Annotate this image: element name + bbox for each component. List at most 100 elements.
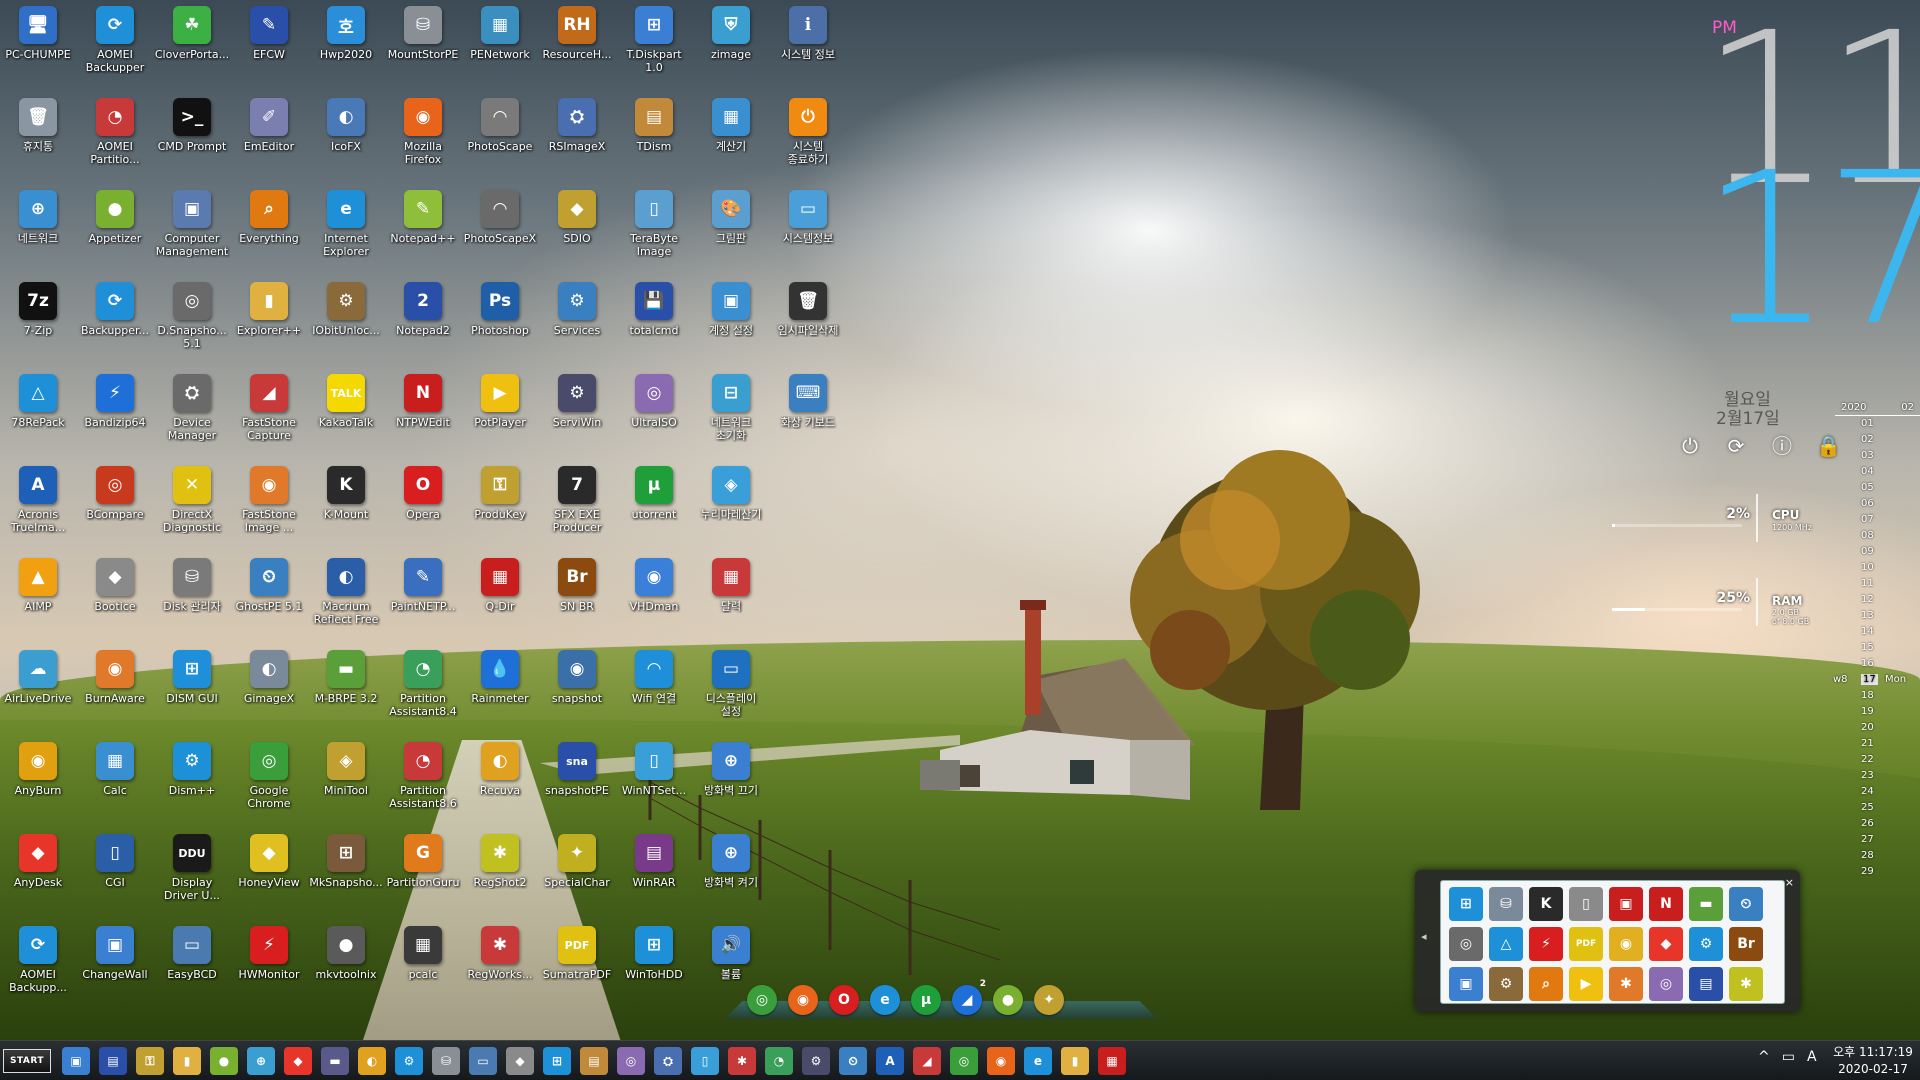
desktop-icon[interactable]: ⊕ 네트워크 xyxy=(0,186,76,245)
desktop-icon[interactable]: ⊟ 네트워크 초기화 xyxy=(693,370,769,442)
package-icon[interactable]: ✱ xyxy=(1609,967,1643,1001)
recuva-task-icon[interactable]: ◐ xyxy=(358,1047,386,1075)
desktop-icon[interactable]: ◉ snapshot xyxy=(539,646,615,705)
desktop-icon[interactable]: Ps Photoshop xyxy=(462,278,538,337)
desktop-icon[interactable]: ⛁ MountStorPE xyxy=(385,2,461,61)
desktop-icon[interactable]: 💧 Rainmeter xyxy=(462,646,538,705)
desktop-icon[interactable]: ⚙ ServiWin xyxy=(539,370,615,429)
ultraiso-icon[interactable]: ◎ xyxy=(1649,967,1683,1001)
desktop-icon[interactable]: ◉ AnyBurn xyxy=(0,738,76,797)
desktop-icon[interactable]: 💾 totalcmd xyxy=(616,278,692,337)
desktop-icon[interactable]: TALK KakaoTalk xyxy=(308,370,384,429)
desktop-icon[interactable]: ⟳ AOMEI Backupp... xyxy=(0,922,76,994)
desktop-icon[interactable]: ⟳ Backupper... xyxy=(77,278,153,337)
78repack-icon[interactable]: △ xyxy=(1489,927,1523,961)
desktop-icon[interactable]: ▭ 시스템정보 xyxy=(770,186,846,245)
desktop-icon[interactable]: ⚙ IObitUnloc... xyxy=(308,278,384,337)
desktop-icon[interactable]: 🔊 볼륨 xyxy=(693,922,769,981)
dism-task-icon[interactable]: ⚙ xyxy=(395,1047,423,1075)
desktop-icon[interactable]: ⌨ 화상 키보드 xyxy=(770,370,846,429)
desktop-icon[interactable]: ⊕ 방화벽 끄기 xyxy=(693,738,769,797)
mount-task-icon[interactable]: ⛁ xyxy=(432,1047,460,1075)
desktop-icon[interactable]: ◠ PhotoScape xyxy=(462,94,538,153)
ultraiso-task-icon[interactable]: ◎ xyxy=(617,1047,645,1075)
desktop-icon[interactable]: 7z 7-Zip xyxy=(0,278,76,337)
qdir-task-icon[interactable]: ▦ xyxy=(1098,1047,1126,1075)
ie-icon[interactable]: e xyxy=(870,985,900,1015)
desktop-icon[interactable]: ⏻ 시스템 종료하기 xyxy=(770,94,846,166)
desktop-icon[interactable]: ◉ Mozilla Firefox xyxy=(385,94,461,166)
firefox-icon[interactable]: ◉ xyxy=(788,985,818,1015)
tdism-task-icon[interactable]: ▤ xyxy=(580,1047,608,1075)
desktop-icon[interactable]: ⊞ T.Diskpart 1.0 xyxy=(616,2,692,74)
desktop-icon[interactable]: ✱ RegShot2 xyxy=(462,830,538,889)
desktop-icon[interactable]: ✎ Notepad++ xyxy=(385,186,461,245)
desktop-icon[interactable]: ◐ IcoFX xyxy=(308,94,384,153)
drive-task-icon[interactable]: ▬ xyxy=(321,1047,349,1075)
desktop-icon[interactable]: ✦ SpecialChar xyxy=(539,830,615,889)
potplayer-icon[interactable]: ▶ xyxy=(1569,967,1603,1001)
desktop-icon[interactable]: ⚙ Dism++ xyxy=(154,738,230,797)
produkey-task-icon[interactable]: ⚿ xyxy=(136,1047,164,1075)
desktop-icon[interactable]: ▯ CGI xyxy=(77,830,153,889)
desktop-icon[interactable]: ⟳ AOMEI Backupper xyxy=(77,2,153,74)
acronis-task-icon[interactable]: A xyxy=(876,1047,904,1075)
desktop-icon[interactable]: ✎ PaintNETP... xyxy=(385,554,461,613)
mbrpe-icon[interactable]: ▬ xyxy=(1689,887,1723,921)
taskbar-clock[interactable]: 오후 11:17:19 2020-02-17 xyxy=(1830,1044,1916,1078)
partition-task-icon[interactable]: ◔ xyxy=(765,1047,793,1075)
desktop-icon[interactable]: ▦ 달력 xyxy=(693,554,769,613)
desktop-icon[interactable]: K K-Mount xyxy=(308,462,384,521)
desktop-icon[interactable]: ⊕ 방화벽 켜기 xyxy=(693,830,769,889)
windows-task-icon[interactable]: ⊞ xyxy=(543,1047,571,1075)
utorrent-icon[interactable]: µ xyxy=(911,985,941,1015)
ghost-icon[interactable]: ⏲ xyxy=(1729,887,1763,921)
desktop-icon[interactable]: ▶ PotPlayer xyxy=(462,370,538,429)
desktop-icon[interactable]: ▭ EasyBCD xyxy=(154,922,230,981)
desktop-icon[interactable]: µ utorrent xyxy=(616,462,692,521)
desktop-icon[interactable]: e Internet Explorer xyxy=(308,186,384,258)
desktop-icon[interactable]: ✎ EFCW xyxy=(231,2,307,61)
floppy-icon[interactable]: ▤ xyxy=(1689,967,1723,1001)
appetizer-icon[interactable]: ● xyxy=(993,985,1023,1015)
desktop-icon[interactable]: ⚡ HWMonitor xyxy=(231,922,307,981)
everything-icon[interactable]: ⌕ xyxy=(1529,967,1563,1001)
desktop-icon[interactable]: ▯ WinNTSet... xyxy=(616,738,692,797)
desktop-icon[interactable]: ▤ TDism xyxy=(616,94,692,153)
anydesk-task-icon[interactable]: ◆ xyxy=(284,1047,312,1075)
disc-icon[interactable]: ◉ xyxy=(1609,927,1643,961)
desktop-icon[interactable]: ▦ Q-Dir xyxy=(462,554,538,613)
desktop-icon[interactable]: ✕ DirectX Diagnostic xyxy=(154,462,230,534)
desktop-icon[interactable]: ◉ FastStone Image ... xyxy=(231,462,307,534)
desktop-icon[interactable]: ▦ PENetwork xyxy=(462,2,538,61)
desktop-icon[interactable]: ▲ AIMP xyxy=(0,554,76,613)
desktop-icon[interactable]: ◎ BCompare xyxy=(77,462,153,521)
snapshot-icon[interactable]: ◎ xyxy=(1449,927,1483,961)
dism-icon[interactable]: ⚙ xyxy=(1689,927,1723,961)
kmount-icon[interactable]: K xyxy=(1529,887,1563,921)
lock-app-icon[interactable]: ⚙ xyxy=(1489,967,1523,1001)
desktop-icon[interactable]: ☁ AirLiveDrive xyxy=(0,646,76,705)
bootice-task-icon[interactable]: ◆ xyxy=(506,1047,534,1075)
services-task-icon[interactable]: ⚙ xyxy=(802,1047,830,1075)
explorer-task-icon[interactable]: ▮ xyxy=(173,1047,201,1075)
desktop-icon[interactable]: ◆ Bootice xyxy=(77,554,153,613)
app-icon[interactable]: ▣ xyxy=(1609,887,1643,921)
ntpwedit-icon[interactable]: N xyxy=(1649,887,1683,921)
desktop-icon[interactable]: ▣ ChangeWall xyxy=(77,922,153,981)
chrome-task-icon[interactable]: ◎ xyxy=(950,1047,978,1075)
desktop-icon[interactable]: ◔ Partition Assistant8.4 xyxy=(385,646,461,718)
chrome-icon[interactable]: ◎ xyxy=(747,985,777,1015)
network-task-icon[interactable]: ⊕ xyxy=(247,1047,275,1075)
desktop-icon[interactable]: ▣ Computer Management xyxy=(154,186,230,258)
desktop-icon[interactable]: N NTPWEdit xyxy=(385,370,461,429)
desktop-icon[interactable]: ⊞ MkSnapsho... xyxy=(308,830,384,889)
restart-icon[interactable]: ⟳ xyxy=(1724,434,1748,458)
desktop-icon[interactable]: ⛭ Device Manager xyxy=(154,370,230,442)
desktop-icon[interactable]: Br SN BR xyxy=(539,554,615,613)
windows-icon[interactable]: ⊞ xyxy=(1449,887,1483,921)
changewall-task-icon[interactable]: ▣ xyxy=(62,1047,90,1075)
logoff-icon[interactable]: ⓘ xyxy=(1770,434,1794,458)
desktop-icon[interactable]: ✐ EmEditor xyxy=(231,94,307,153)
desktop-icon[interactable]: △ 78RePack xyxy=(0,370,76,429)
